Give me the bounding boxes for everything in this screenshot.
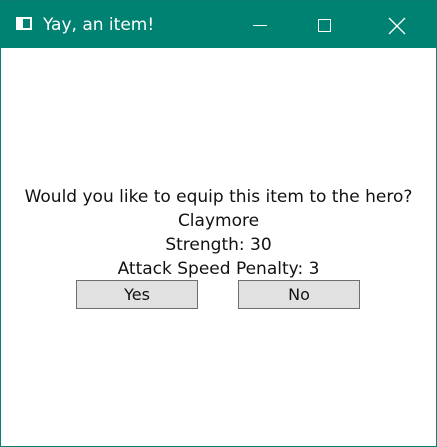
strength-stat: Strength: 30 (165, 235, 272, 255)
close-icon (388, 17, 406, 35)
equip-question: Would you like to equip this item to the… (24, 187, 413, 207)
title-bar[interactable]: Yay, an item! (1, 1, 436, 48)
maximize-button[interactable] (301, 1, 347, 48)
attack-speed-penalty-stat: Attack Speed Penalty: 3 (117, 259, 320, 279)
item-name: Claymore (177, 211, 260, 231)
yes-button[interactable]: Yes (76, 280, 198, 309)
minimize-button[interactable] (237, 1, 283, 48)
window-title: Yay, an item! (43, 15, 155, 35)
minimize-icon (253, 25, 267, 26)
no-button[interactable]: No (238, 280, 360, 309)
window-icon (16, 17, 32, 30)
dialog-window: Yay, an item! Would you like to equip th… (0, 0, 437, 447)
maximize-icon (318, 19, 331, 32)
close-button[interactable] (369, 1, 415, 48)
